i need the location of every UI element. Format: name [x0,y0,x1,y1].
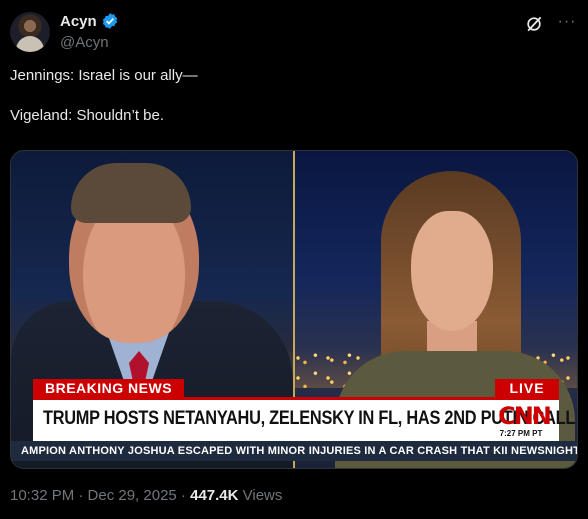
author-name[interactable]: Acyn [60,13,97,30]
verified-badge-icon [102,13,117,29]
woman-face [411,211,493,331]
post-line: Jennings: Israel is our ally— [10,67,198,84]
headline-bar: TRUMP HOSTS NETANYAHU, ZELENSKY IN FL, H… [33,397,577,441]
cnn-logo: CNN [498,402,552,430]
author-name-row: Acyn [60,12,119,30]
post-text: Jennings: Israel is our ally— Vigeland: … [10,66,576,126]
author-handle[interactable]: @Acyn [60,34,109,51]
video-player[interactable]: BREAKING NEWS LIVE TRUMP HOSTS NETANYAHU… [10,150,578,469]
avatar[interactable] [10,12,50,52]
man-hair [71,163,191,223]
views-label: Views [238,487,283,504]
post-header: Acyn @Acyn ··· [10,10,578,56]
post-timestamp[interactable]: 10:32 PM · Dec 29, 2025 · [10,487,190,504]
views-count: 447.4K [190,487,239,504]
post-line: Vigeland: Shouldn’t be. [10,107,165,124]
grok-icon[interactable] [524,14,544,34]
post-metadata: 10:32 PM · Dec 29, 2025 · 447.4K Views [10,487,282,504]
more-icon[interactable]: ··· [556,14,578,34]
live-badge: LIVE [495,379,559,397]
news-ticker: AMPION ANTHONY JOSHUA ESCAPED WITH MINOR… [11,441,577,461]
news-chyron: BREAKING NEWS LIVE TRUMP HOSTS NETANYAHU… [11,379,577,468]
breaking-news-label: BREAKING NEWS [33,379,185,397]
broadcast-time: 7:27 PM PT [499,429,543,438]
